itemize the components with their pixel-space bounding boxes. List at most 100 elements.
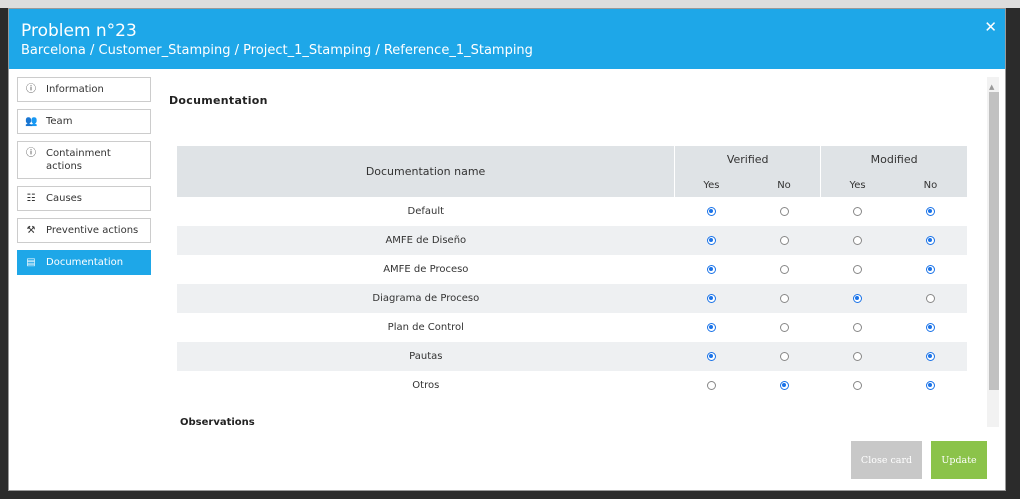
sidebar-item-containment-actions[interactable]: ⓘ Containment actions <box>17 141 151 179</box>
column-header-verified: Verified <box>674 146 821 173</box>
documentation-name-cell: AMFE de Proceso <box>177 255 675 284</box>
scrollbar-thumb[interactable] <box>989 92 999 390</box>
modified-yes-radio[interactable] <box>852 264 862 274</box>
sidebar: ⓘ Information 👥 Team ⓘ Containment actions ☷ Ca… <box>17 77 151 282</box>
column-header-modified-no: No <box>893 173 967 197</box>
modified-yes-cell <box>820 226 894 255</box>
documentation-name-cell: Plan de Control <box>177 313 675 342</box>
verified-no-radio[interactable] <box>779 351 789 361</box>
breadcrumb: Barcelona / Customer_Stamping / Project_… <box>21 43 533 58</box>
modified-no-radio[interactable] <box>925 380 935 390</box>
modified-no-radio[interactable] <box>925 264 935 274</box>
table-row: Default <box>177 197 967 226</box>
sidebar-item-team[interactable]: 👥 Team <box>17 109 151 134</box>
verified-yes-cell <box>674 226 748 255</box>
problem-modal: Problem n°23 Barcelona / Customer_Stampi… <box>8 8 1006 491</box>
info-icon: ⓘ <box>26 84 36 95</box>
modified-yes-radio[interactable] <box>852 351 862 361</box>
verified-no-cell <box>747 197 821 226</box>
modified-no-cell <box>893 284 967 313</box>
verified-no-cell <box>747 342 821 371</box>
sidebar-item-label: Team <box>46 116 73 127</box>
hierarchy-icon: ☷ <box>26 193 36 204</box>
verified-yes-cell <box>674 313 748 342</box>
verified-yes-cell <box>674 284 748 313</box>
verified-yes-radio[interactable] <box>706 206 716 216</box>
documentation-name-cell: Diagrama de Proceso <box>177 284 675 313</box>
team-icon: 👥 <box>25 116 38 127</box>
sidebar-item-label: Information <box>46 84 104 95</box>
sidebar-item-causes[interactable]: ☷ Causes <box>17 186 151 211</box>
tools-icon: ⚒ <box>26 225 36 236</box>
verified-no-radio[interactable] <box>779 206 789 216</box>
modified-no-radio[interactable] <box>925 351 935 361</box>
verified-no-radio[interactable] <box>779 322 789 332</box>
sidebar-item-label: Containment actions <box>46 148 111 172</box>
modified-yes-cell <box>820 255 894 284</box>
table-row: AMFE de Proceso <box>177 255 967 284</box>
modified-no-cell <box>893 255 967 284</box>
modified-yes-radio[interactable] <box>852 206 862 216</box>
documentation-name-cell: Default <box>177 197 675 226</box>
modified-no-cell <box>893 313 967 342</box>
modified-yes-cell <box>820 284 894 313</box>
verified-yes-radio[interactable] <box>706 293 716 303</box>
column-header-verified-yes: Yes <box>674 173 748 197</box>
table-row: Pautas <box>177 342 967 371</box>
modified-yes-cell <box>820 197 894 226</box>
verified-yes-cell <box>674 197 748 226</box>
verified-yes-radio[interactable] <box>706 264 716 274</box>
verified-yes-radio[interactable] <box>706 235 716 245</box>
document-icon: ▤ <box>26 257 36 268</box>
table-row: Otros <box>177 371 967 400</box>
verified-yes-radio[interactable] <box>706 380 716 390</box>
page-title: Problem n°23 <box>21 21 137 41</box>
column-header-verified-no: No <box>747 173 821 197</box>
verified-no-cell <box>747 226 821 255</box>
table-row: AMFE de Diseño <box>177 226 967 255</box>
verified-no-radio[interactable] <box>779 264 789 274</box>
modified-yes-radio[interactable] <box>852 293 862 303</box>
modified-yes-radio[interactable] <box>852 380 862 390</box>
modified-no-radio[interactable] <box>925 206 935 216</box>
verified-no-radio[interactable] <box>779 380 789 390</box>
verified-yes-radio[interactable] <box>706 322 716 332</box>
modified-yes-radio[interactable] <box>852 322 862 332</box>
sidebar-item-label: Documentation <box>46 257 124 268</box>
column-header-modified: Modified <box>820 146 967 173</box>
verified-yes-radio[interactable] <box>706 351 716 361</box>
documentation-name-cell: Pautas <box>177 342 675 371</box>
modified-no-radio[interactable] <box>925 293 935 303</box>
screen: Problem n°23 Barcelona / Customer_Stampi… <box>0 0 1020 499</box>
modified-no-cell <box>893 371 967 400</box>
sidebar-item-information[interactable]: ⓘ Information <box>17 77 151 102</box>
modified-yes-cell <box>820 342 894 371</box>
main-content: Documentation Documentation name Verifie… <box>169 77 989 428</box>
modal-header: Problem n°23 Barcelona / Customer_Stampi… <box>9 9 1005 69</box>
sidebar-item-documentation[interactable]: ▤ Documentation <box>17 250 151 275</box>
modified-no-cell <box>893 342 967 371</box>
scrollbar[interactable]: ▲ <box>987 77 999 427</box>
sidebar-item-label: Causes <box>46 193 83 204</box>
column-header-name: Documentation name <box>177 146 675 197</box>
section-title: Documentation <box>169 94 268 107</box>
verified-no-radio[interactable] <box>779 235 789 245</box>
modified-no-radio[interactable] <box>925 322 935 332</box>
verified-no-cell <box>747 255 821 284</box>
documentation-name-cell: AMFE de Diseño <box>177 226 675 255</box>
modified-yes-radio[interactable] <box>852 235 862 245</box>
verified-no-radio[interactable] <box>779 293 789 303</box>
update-button[interactable]: Update <box>931 441 987 479</box>
modified-yes-cell <box>820 313 894 342</box>
documentation-name-cell: Otros <box>177 371 675 400</box>
close-icon[interactable]: ✕ <box>984 18 997 36</box>
modified-yes-cell <box>820 371 894 400</box>
verified-no-cell <box>747 284 821 313</box>
modified-no-radio[interactable] <box>925 235 935 245</box>
observations-label: Observations <box>180 417 255 428</box>
close-card-button[interactable]: Close card <box>851 441 922 479</box>
scroll-up-arrow-icon[interactable]: ▲ <box>989 83 994 91</box>
background-page <box>0 0 1020 8</box>
modified-no-cell <box>893 197 967 226</box>
sidebar-item-preventive-actions[interactable]: ⚒ Preventive actions <box>17 218 151 243</box>
